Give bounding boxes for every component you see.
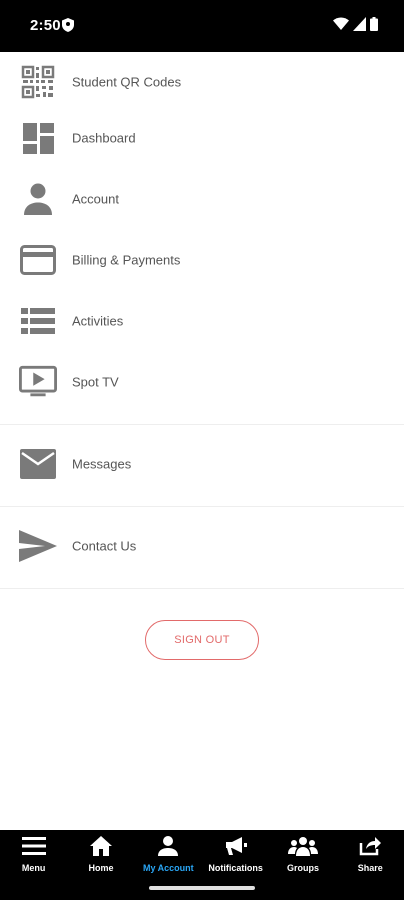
shield-icon xyxy=(62,18,74,37)
credit-card-icon xyxy=(19,241,57,279)
menu-item-label: Activities xyxy=(72,313,124,329)
tab-label: Menu xyxy=(21,863,46,873)
signal-icon xyxy=(353,17,366,31)
menu-item-label: Spot TV xyxy=(72,374,119,390)
tab-label: My Account xyxy=(142,863,194,873)
tab-home[interactable]: Home xyxy=(67,830,134,876)
menu-item-label: Contact Us xyxy=(72,538,137,554)
menu-item-spot-tv[interactable]: Spot TV xyxy=(0,354,404,410)
menu-item-label: Messages xyxy=(72,456,132,472)
bottom-nav: Menu Home My Account Notifications Group… xyxy=(0,830,404,900)
menu-item-label: Account xyxy=(72,191,119,207)
menu-item-student-qr-codes[interactable]: Student QR Codes xyxy=(0,54,404,110)
tab-label: Groups xyxy=(286,863,319,873)
tab-menu[interactable]: Menu xyxy=(0,830,67,876)
tab-label: Share xyxy=(357,863,383,873)
tab-label: Notifications xyxy=(208,863,263,873)
tab-label: Home xyxy=(88,863,114,873)
status-time: 2:50 xyxy=(30,17,61,34)
menu-item-label: Billing & Payments xyxy=(72,252,181,268)
person-icon xyxy=(19,180,57,218)
megaphone-icon xyxy=(224,836,248,861)
divider xyxy=(0,424,404,425)
sign-out-button[interactable]: SIGN OUT xyxy=(145,620,259,660)
menu-item-label: Student QR Codes xyxy=(72,74,182,90)
divider xyxy=(0,588,404,589)
groups-icon xyxy=(287,836,318,861)
battery-icon xyxy=(370,17,378,31)
menu-item-billing-payments[interactable]: Billing & Payments xyxy=(0,232,404,288)
home-icon xyxy=(89,836,112,861)
status-bar: 2:50 xyxy=(0,0,404,52)
tab-share[interactable]: Share xyxy=(337,830,404,876)
menu-item-label: Dashboard xyxy=(72,130,136,146)
qr-code-icon xyxy=(19,63,57,101)
share-icon xyxy=(359,836,382,861)
list-icon xyxy=(19,302,57,340)
person-icon xyxy=(157,836,179,861)
dashboard-icon xyxy=(19,119,57,157)
hamburger-icon xyxy=(21,836,46,861)
menu-item-activities[interactable]: Activities xyxy=(0,293,404,349)
tv-play-icon xyxy=(19,363,57,401)
menu-item-account[interactable]: Account xyxy=(0,171,404,227)
tab-my-account[interactable]: My Account xyxy=(135,830,202,876)
wifi-icon xyxy=(333,17,349,30)
home-indicator[interactable] xyxy=(149,886,255,890)
tab-groups[interactable]: Groups xyxy=(269,830,336,876)
menu-item-messages[interactable]: Messages xyxy=(0,436,404,492)
divider xyxy=(0,506,404,507)
send-icon xyxy=(19,527,57,565)
envelope-icon xyxy=(19,445,57,483)
status-icons xyxy=(333,17,378,31)
menu-item-contact-us[interactable]: Contact Us xyxy=(0,518,404,574)
tab-notifications[interactable]: Notifications xyxy=(202,830,269,876)
menu-item-dashboard[interactable]: Dashboard xyxy=(0,110,404,166)
